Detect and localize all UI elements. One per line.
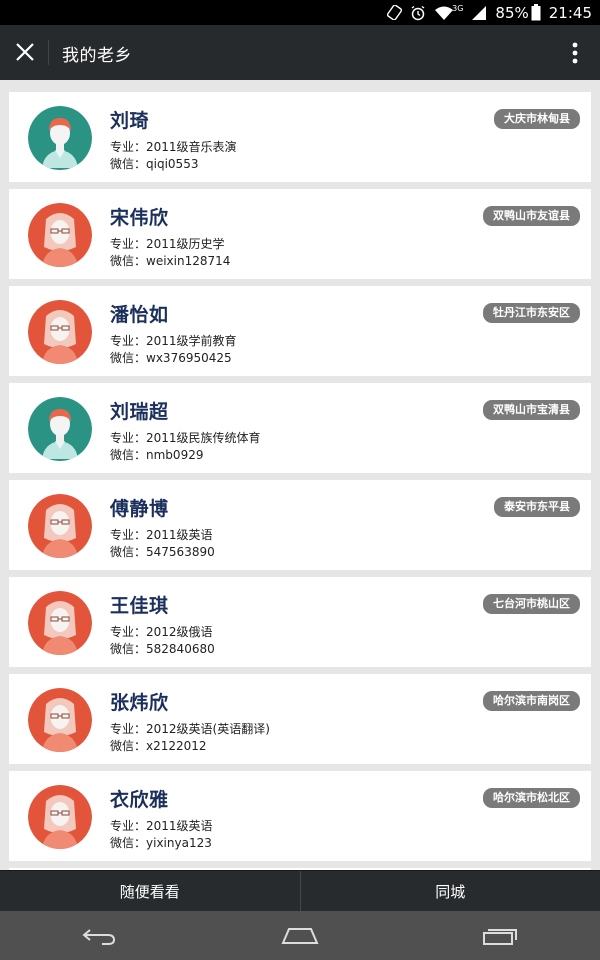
back-button[interactable] — [80, 924, 120, 948]
location-badge: 双鸭山市宝清县 — [483, 400, 580, 420]
avatar[interactable] — [28, 106, 92, 170]
recent-apps-icon — [483, 928, 517, 945]
location-badge: 哈尔滨市南岗区 — [483, 691, 580, 711]
back-icon — [82, 928, 116, 945]
close-icon — [16, 43, 34, 61]
contact-wechat: 微信：582840680 — [110, 642, 215, 656]
bottom-tab-bar: 随便看看 同城 — [0, 870, 600, 912]
title-divider — [48, 40, 49, 65]
contact-card[interactable]: 王佳琪 专业：2012级俄语 微信：582840680 七台河市桃山区 — [9, 577, 591, 667]
contact-wechat: 微信：yixinya123 — [110, 836, 212, 850]
contact-major: 专业：2011级历史学 — [110, 237, 225, 251]
tab-same-city[interactable]: 同城 — [299, 871, 600, 912]
contact-name: 衣欣雅 — [110, 789, 169, 811]
contact-wechat: 微信：wx376950425 — [110, 351, 232, 365]
avatar[interactable] — [28, 591, 92, 655]
clock: 21:45 — [548, 3, 592, 22]
location-badge: 泰安市东平县 — [494, 497, 580, 517]
contact-name: 王佳琪 — [110, 595, 169, 617]
location-badge: 牡丹江市东安区 — [483, 303, 580, 323]
location-badge: 七台河市桃山区 — [483, 594, 580, 614]
contact-list[interactable]: 刘琦 专业：2011级音乐表演 微信：qiqi0553 大庆市林甸县 宋伟欣 专… — [0, 80, 600, 870]
recent-apps-button[interactable] — [480, 924, 520, 948]
avatar[interactable] — [28, 688, 92, 752]
location-badge: 大庆市林甸县 — [494, 109, 580, 129]
tab-random-browse[interactable]: 随便看看 — [0, 871, 300, 912]
contact-card[interactable]: 衣欣雅 专业：2011级英语 微信：yixinya123 哈尔滨市松北区 — [9, 771, 591, 861]
location-badge: 哈尔滨市松北区 — [483, 788, 580, 808]
close-button[interactable] — [10, 37, 40, 67]
rotation-lock-icon — [386, 5, 402, 21]
contact-name: 张炜欣 — [110, 692, 169, 714]
contact-wechat: 微信：547563890 — [110, 545, 215, 559]
contact-major: 专业：2011级英语 — [110, 528, 213, 542]
system-nav-bar — [0, 911, 600, 960]
contact-card[interactable]: 潘怡如 专业：2011级学前教育 微信：wx376950425 牡丹江市东安区 — [9, 286, 591, 376]
contact-card[interactable]: 傅静博 专业：2011级英语 微信：547563890 泰安市东平县 — [9, 480, 591, 570]
contact-card[interactable]: 刘琦 专业：2011级音乐表演 微信：qiqi0553 大庆市林甸县 — [9, 92, 591, 182]
avatar[interactable] — [28, 785, 92, 849]
contact-major: 专业：2011级学前教育 — [110, 334, 237, 348]
avatar[interactable] — [28, 494, 92, 558]
contact-wechat: 微信：nmb0929 — [110, 448, 204, 462]
contact-major: 专业：2011级音乐表演 — [110, 140, 237, 154]
contact-card[interactable]: 宋伟欣 专业：2011级历史学 微信：weixin128714 双鸭山市友谊县 — [9, 189, 591, 279]
avatar[interactable] — [28, 397, 92, 461]
title-bar: 我的老乡 — [0, 25, 600, 80]
battery-level: 85% — [495, 3, 529, 22]
contact-major: 专业：2011级英语 — [110, 819, 213, 833]
alarm-icon — [410, 5, 426, 21]
contact-wechat: 微信：weixin128714 — [110, 254, 231, 268]
page-title: 我的老乡 — [62, 46, 132, 66]
signal-icon — [471, 5, 487, 21]
contact-wechat: 微信：x2122012 — [110, 739, 207, 753]
avatar[interactable] — [28, 203, 92, 267]
contact-major: 专业：2012级俄语 — [110, 625, 213, 639]
contact-name: 宋伟欣 — [110, 207, 169, 229]
more-vertical-icon — [572, 42, 578, 64]
more-menu-button[interactable] — [568, 39, 582, 67]
battery-icon — [531, 4, 541, 21]
home-icon — [281, 927, 319, 944]
status-bar: 3G 85% 21:45 — [0, 0, 600, 25]
contact-card[interactable]: 张炜欣 专业：2012级英语(英语翻译) 微信：x2122012 哈尔滨市南岗区 — [9, 674, 591, 764]
contact-card[interactable]: 刘瑞超 专业：2011级民族传统体育 微信：nmb0929 双鸭山市宝清县 — [9, 383, 591, 473]
contact-wechat: 微信：qiqi0553 — [110, 157, 199, 171]
contact-name: 刘瑞超 — [110, 401, 169, 423]
contact-name: 傅静博 — [110, 498, 169, 520]
wifi-icon — [434, 5, 454, 21]
contact-major: 专业：2012级英语(英语翻译) — [110, 722, 270, 736]
avatar[interactable] — [28, 300, 92, 364]
location-badge: 双鸭山市友谊县 — [483, 206, 580, 226]
home-button[interactable] — [280, 924, 320, 948]
network-type: 3G — [452, 4, 464, 13]
contact-name: 刘琦 — [110, 110, 150, 132]
contact-name: 潘怡如 — [110, 304, 169, 326]
contact-major: 专业：2011级民族传统体育 — [110, 431, 261, 445]
